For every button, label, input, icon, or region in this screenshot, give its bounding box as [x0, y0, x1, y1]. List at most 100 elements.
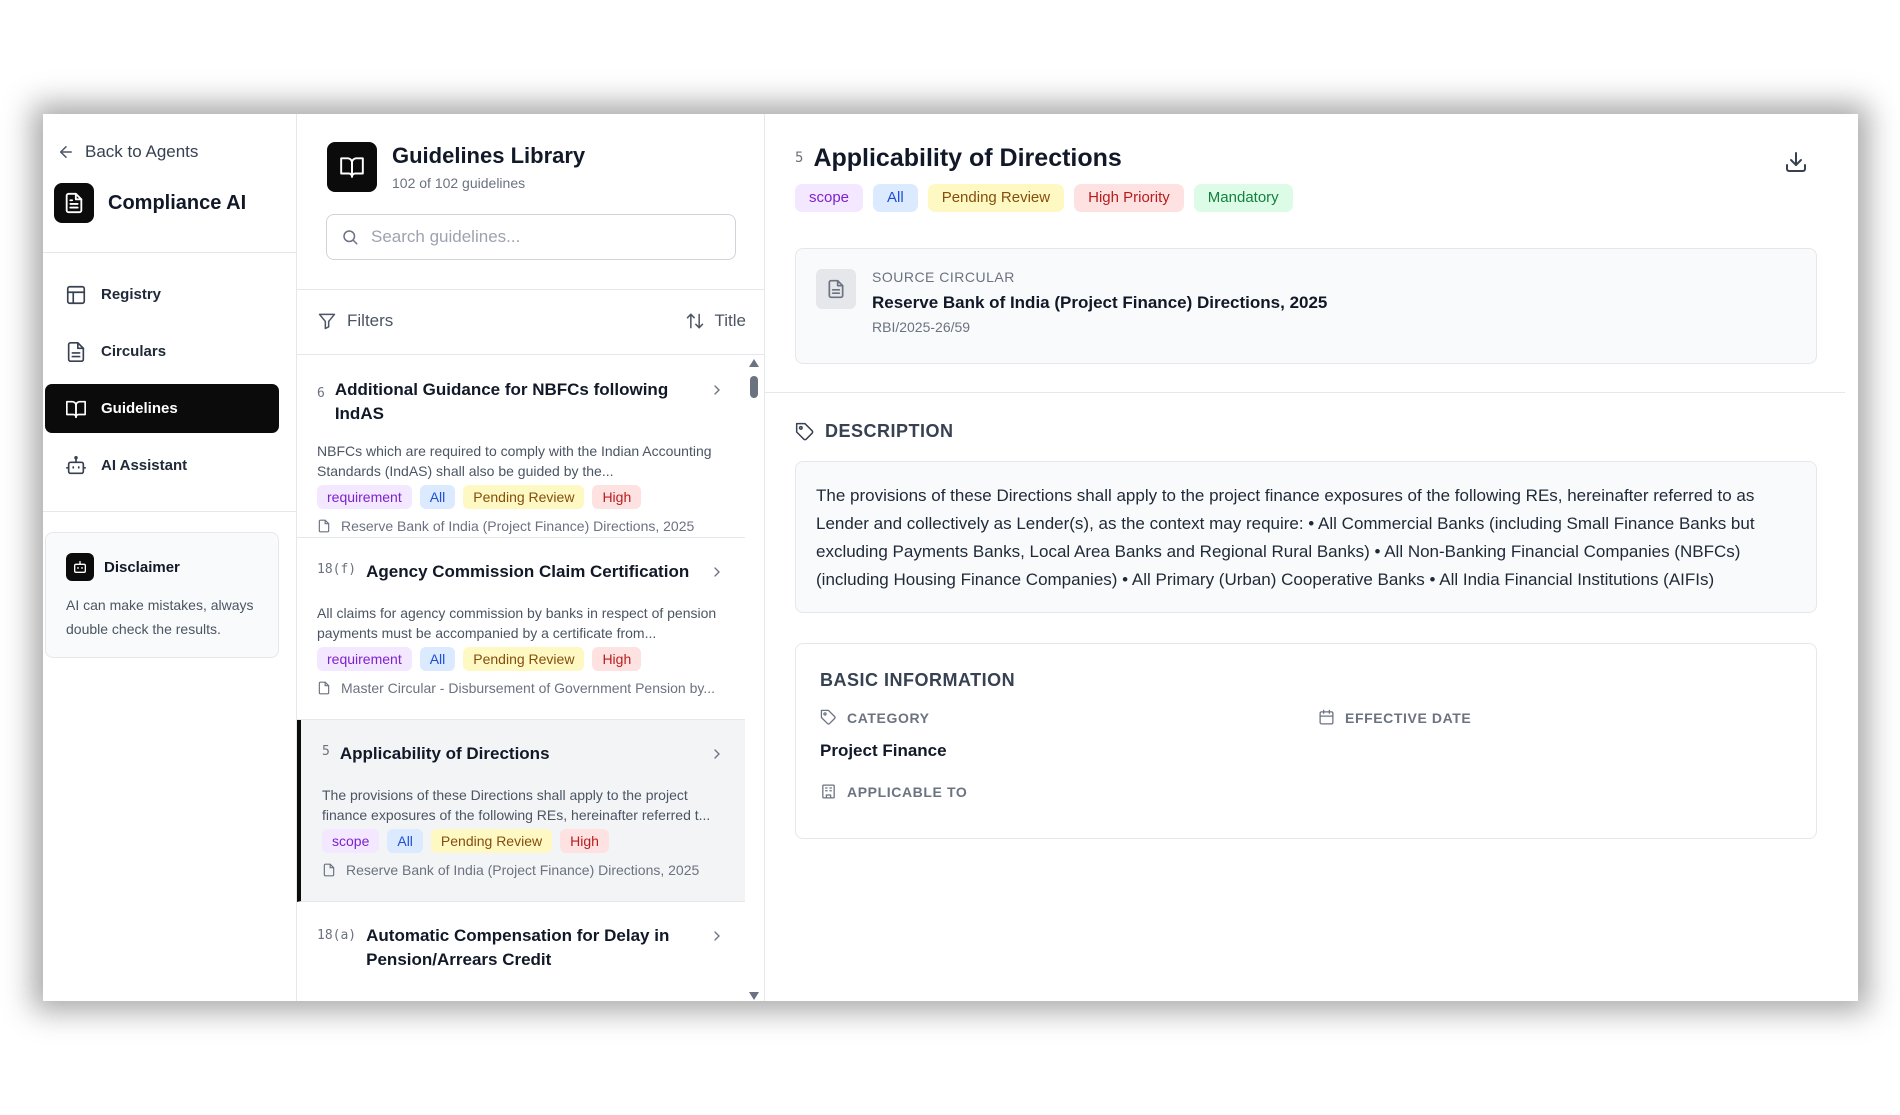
status-badge: Pending Review	[463, 485, 585, 509]
card-source-text: Master Circular - Disbursement of Govern…	[341, 680, 715, 696]
scope-badge: All	[387, 829, 423, 853]
category-label-text: CATEGORY	[847, 709, 930, 726]
sort-icon	[686, 313, 703, 329]
card-title: Agency Commission Claim Certification	[366, 562, 690, 581]
card-number: 18(f)	[317, 562, 357, 577]
library-header: Guidelines Library 102 of 102 guidelines	[327, 142, 585, 192]
building-icon	[822, 784, 835, 799]
document-icon	[318, 519, 330, 533]
library-count: 102 of 102 guidelines	[392, 175, 526, 191]
card-source: Master Circular - Disbursement of Govern…	[317, 680, 715, 696]
divider	[765, 392, 1845, 393]
card-description: NBFCs which are required to comply with …	[317, 443, 712, 479]
type-badge: requirement	[317, 485, 412, 509]
card-description: All claims for agency commission by bank…	[317, 605, 717, 641]
card-tags: requirement All Pending Review High	[317, 485, 642, 509]
sidebar-item-guidelines[interactable]: Guidelines	[45, 384, 279, 433]
sidebar-item-registry[interactable]: Registry	[45, 270, 279, 319]
library-title: Guidelines Library	[392, 143, 586, 168]
card-source: Reserve Bank of India (Project Finance) …	[317, 518, 694, 534]
sort-button[interactable]: Title	[685, 311, 747, 331]
effective-date-label-text: EFFECTIVE DATE	[1345, 709, 1472, 726]
type-badge: requirement	[317, 647, 412, 671]
filters-row: Filters Title	[317, 311, 746, 331]
download-icon[interactable]	[1784, 150, 1808, 174]
detail-tags: scope All Pending Review High Priority M…	[795, 184, 1293, 212]
card-title: Additional Guidance for NBFCs following …	[334, 380, 669, 423]
filters-button[interactable]: Filters	[317, 311, 393, 331]
status-badge: Pending Review	[430, 829, 553, 853]
scope-badge: All	[419, 647, 456, 671]
sidebar-item-circulars[interactable]: Circulars	[45, 327, 279, 376]
sort-label: Title	[714, 311, 747, 330]
card-title: Applicability of Directions	[339, 744, 550, 763]
card-tags: requirement All Pending Review High	[317, 647, 642, 671]
list-item[interactable]: 18(a) Automatic Compensation for Delay i…	[297, 902, 745, 1001]
type-badge: scope	[795, 184, 864, 212]
card-source: Reserve Bank of India (Project Finance) …	[322, 862, 699, 878]
sidebar: Back to Agents Compliance AI Registry Ci…	[43, 114, 297, 1001]
disclaimer-title: Disclaimer	[104, 558, 180, 576]
search-box[interactable]	[326, 214, 736, 260]
basic-information-card: BASIC INFORMATION CATEGORY Project Finan…	[795, 643, 1817, 839]
document-icon	[318, 681, 330, 695]
card-title-row: 18(a) Automatic Compensation for Delay i…	[317, 924, 725, 972]
disclaimer-text: AI can make mistakes, always double chec…	[66, 597, 254, 637]
brand-title: Compliance AI	[108, 191, 247, 214]
bot-icon	[66, 455, 86, 474]
disclaimer-header: Disclaimer	[66, 553, 258, 581]
source-circular-code: RBI/2025-26/59	[872, 319, 971, 335]
basic-information-grid: CATEGORY Project Finance APPLICABLE TO E…	[820, 709, 1792, 819]
search-input[interactable]	[371, 227, 711, 247]
mandatory-badge: Mandatory	[1193, 184, 1293, 212]
tag-icon	[795, 422, 814, 440]
effective-date-label: EFFECTIVE DATE	[1318, 709, 1471, 726]
card-source-text: Reserve Bank of India (Project Finance) …	[341, 518, 695, 534]
app-window: Back to Agents Compliance AI Registry Ci…	[43, 114, 1858, 1001]
card-title-row: 18(f) Agency Commission Claim Certificat…	[317, 560, 725, 584]
list-item[interactable]: 18(f) Agency Commission Claim Certificat…	[297, 538, 745, 720]
brand: Compliance AI	[54, 183, 246, 223]
source-circular-name: Reserve Bank of India (Project Finance) …	[872, 293, 1328, 312]
card-title: Automatic Compensation for Delay in Pens…	[366, 926, 670, 969]
scroll-thumb[interactable]	[750, 376, 758, 398]
description-text: The provisions of these Directions shall…	[795, 461, 1817, 613]
book-open-icon	[327, 142, 377, 192]
card-description: The provisions of these Directions shall…	[322, 787, 711, 823]
table-icon	[66, 285, 86, 304]
card-number: 18(a)	[317, 928, 357, 943]
card-title-row: 6 Additional Guidance for NBFCs followin…	[317, 378, 725, 426]
list-item-selected[interactable]: 5 Applicability of Directions The provis…	[297, 720, 745, 902]
guideline-detail-panel: 5 Applicability of Directions scope All …	[765, 114, 1858, 1001]
chevron-right-icon	[714, 567, 720, 577]
divider	[297, 289, 764, 290]
source-circular-label: SOURCE CIRCULAR	[872, 269, 1015, 285]
divider	[43, 252, 296, 253]
card-source-text: Reserve Bank of India (Project Finance) …	[346, 862, 700, 878]
card-number: 6	[317, 386, 325, 401]
guidelines-library-panel: Guidelines Library 102 of 102 guidelines…	[297, 114, 765, 1001]
card-number: 5	[322, 744, 330, 759]
sidebar-item-ai-assistant[interactable]: AI Assistant	[45, 441, 279, 490]
filter-icon	[318, 313, 336, 330]
document-icon	[67, 341, 85, 362]
applicable-to-label-text: APPLICABLE TO	[847, 783, 968, 800]
document-icon	[323, 863, 335, 877]
chevron-right-icon	[714, 931, 720, 941]
filters-label: Filters	[347, 311, 394, 330]
source-circular-card: SOURCE CIRCULAR Reserve Bank of India (P…	[795, 248, 1817, 364]
back-to-agents-link[interactable]: Back to Agents	[57, 142, 198, 162]
guidelines-list: 6 Additional Guidance for NBFCs followin…	[297, 356, 745, 1001]
card-tags: scope All Pending Review High	[322, 829, 609, 853]
scope-badge: All	[873, 184, 918, 212]
detail-number: 5	[795, 150, 804, 166]
scroll-down-arrow-icon[interactable]	[748, 991, 760, 1001]
applicable-to-label: APPLICABLE TO	[820, 783, 967, 800]
category-label: CATEGORY	[820, 709, 930, 726]
type-badge: scope	[322, 829, 380, 853]
priority-badge: High	[592, 485, 642, 509]
list-item[interactable]: 6 Additional Guidance for NBFCs followin…	[297, 356, 745, 538]
scroll-up-arrow-icon[interactable]	[748, 358, 760, 368]
list-scrollbar[interactable]	[748, 358, 760, 1001]
sidebar-item-label: Registry	[101, 286, 162, 303]
